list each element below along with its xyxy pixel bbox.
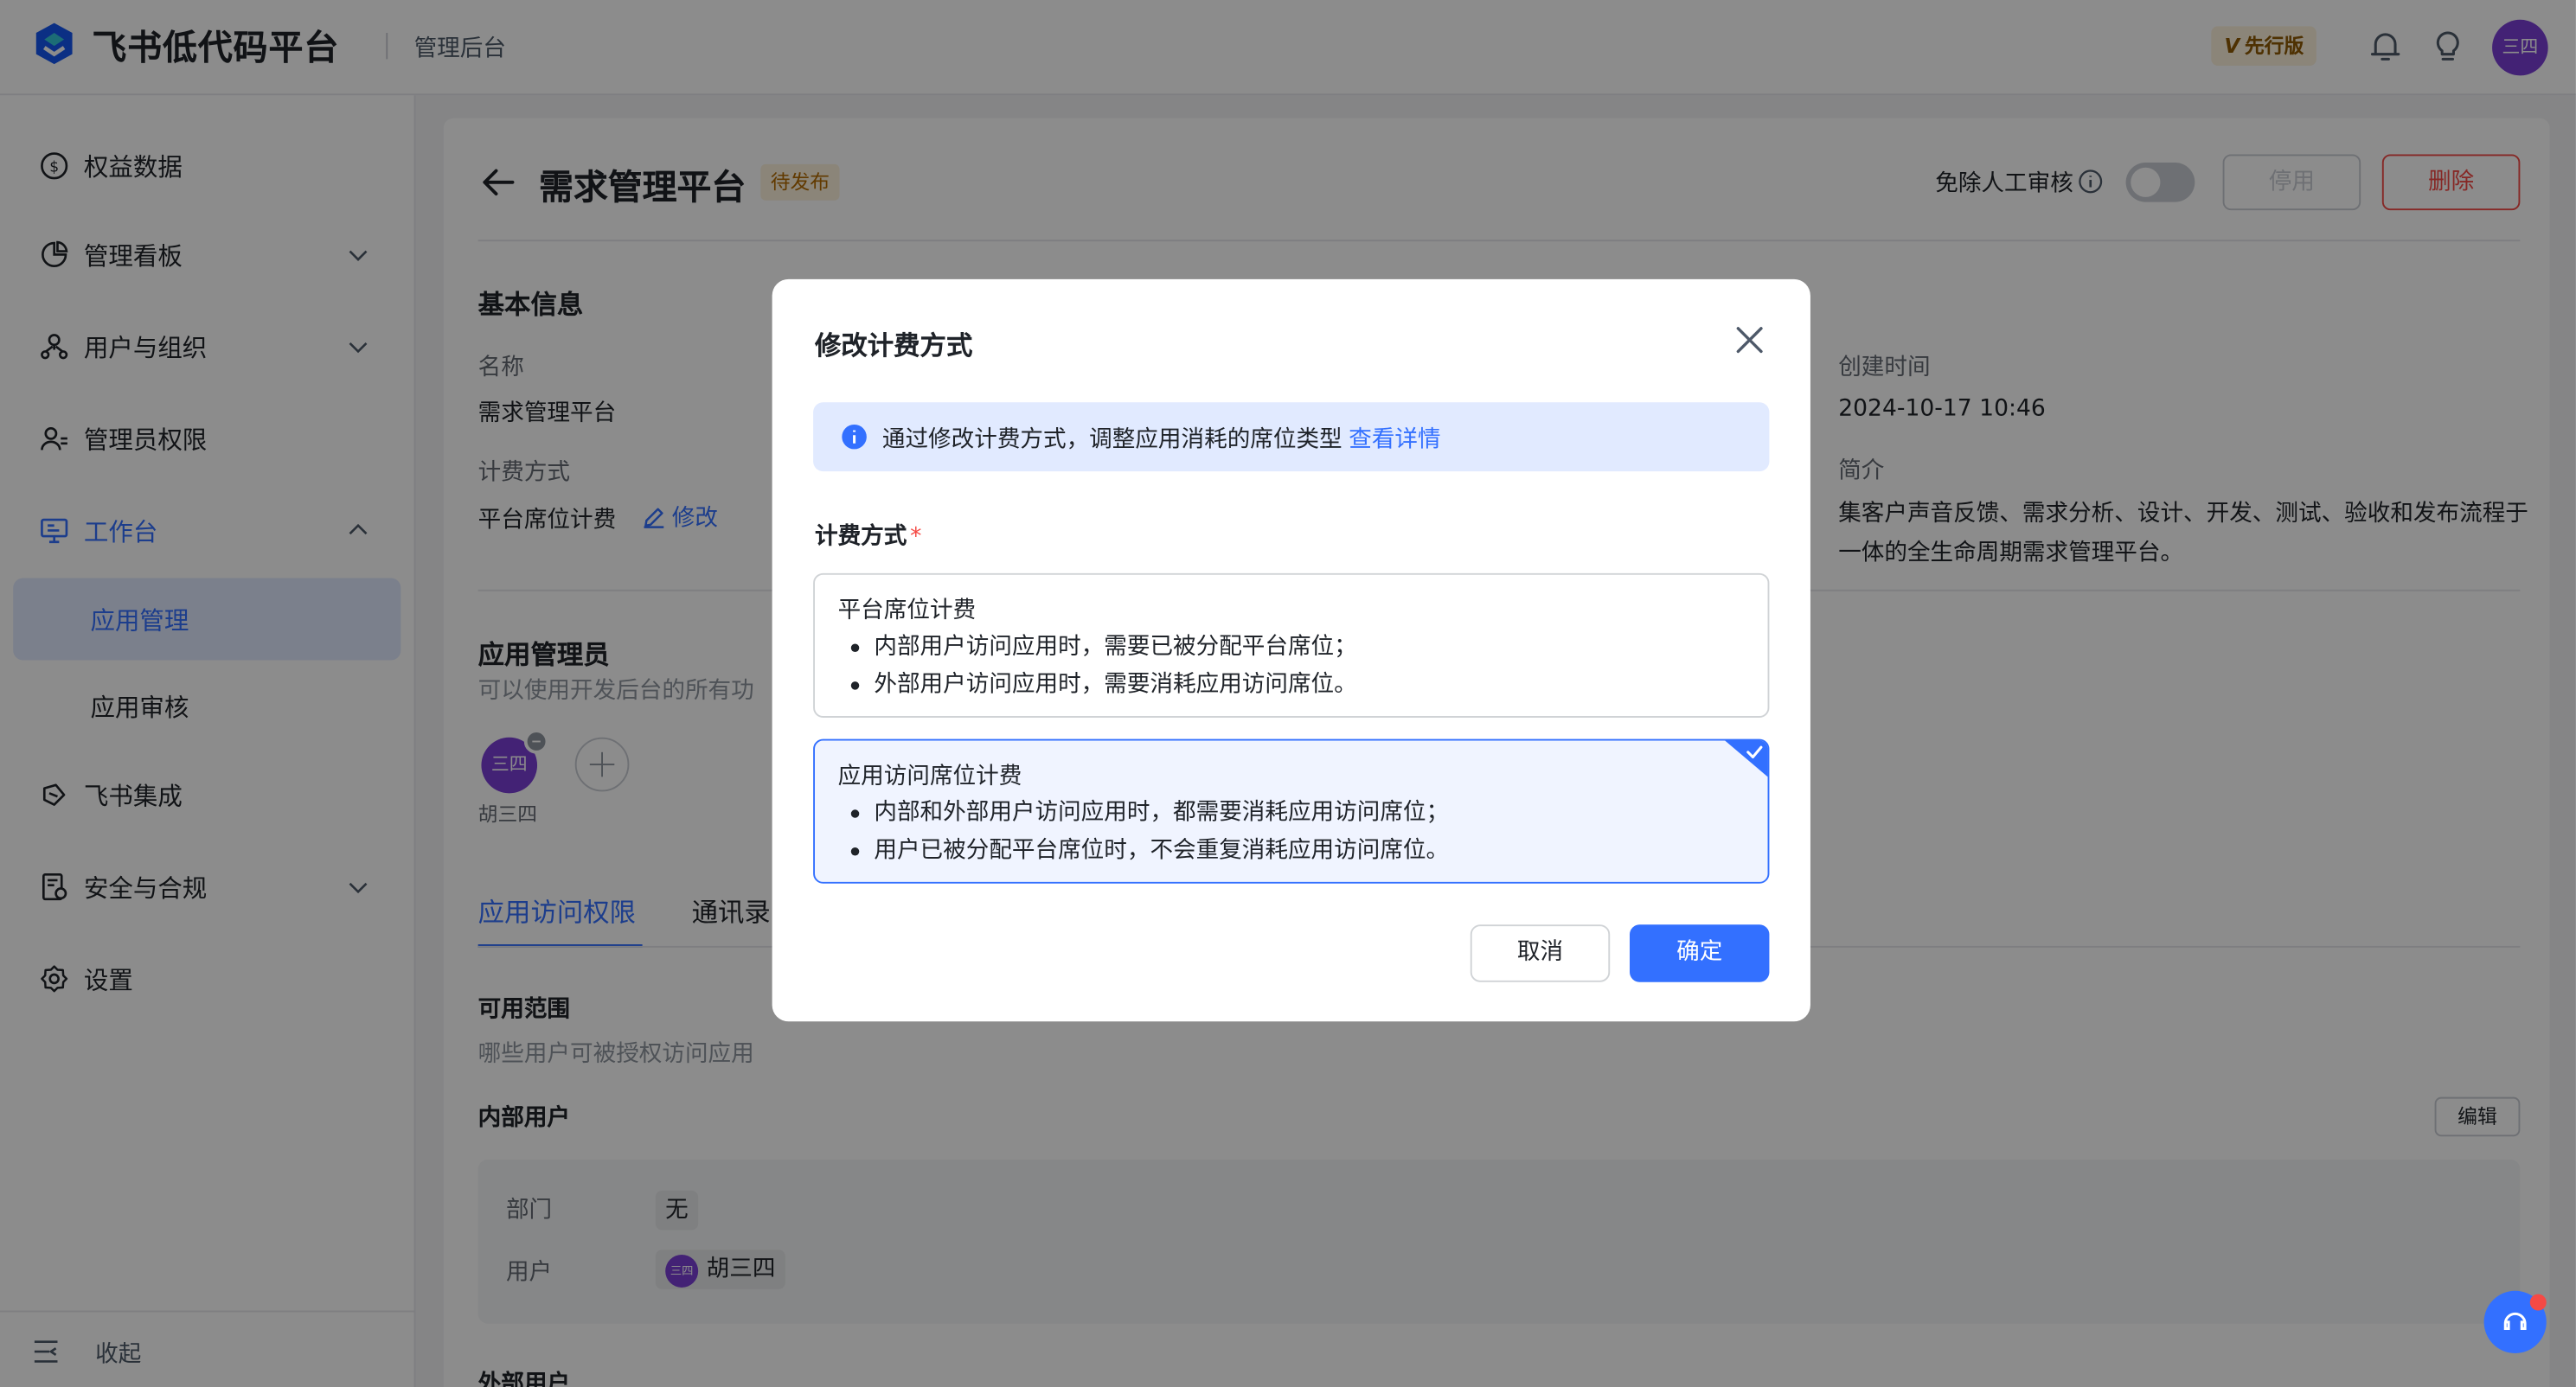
billing-field-label-text: 计费方式 (815, 523, 907, 551)
billing-option-platform-seat[interactable]: 平台席位计费 内部用户访问应用时，需要已被分配平台席位； 外部用户访问应用时，需… (813, 572, 1770, 718)
info-filled-icon (842, 424, 867, 450)
info-notice: 通过修改计费方式，调整应用消耗的席位类型 查看详情 (813, 402, 1770, 472)
modal-title: 修改计费方式 (815, 329, 973, 361)
option-line: 内部和外部用户访问应用时，都需要消耗应用访问席位； (874, 799, 1450, 827)
bullet (850, 847, 860, 856)
bullet (850, 643, 860, 652)
billing-modal: 修改计费方式 通过修改计费方式，调整应用消耗的席位类型 查看详情 计费方式 * 平台… (772, 278, 1810, 1022)
billing-field-label: 计费方式 * (815, 519, 921, 552)
view-details-link[interactable]: 查看详情 (1349, 427, 1440, 453)
billing-option-app-access-seat[interactable]: 应用访问席位计费 内部和外部用户访问应用时，都需要消耗应用访问席位； 用户已被分… (813, 738, 1770, 884)
selected-check-icon (1725, 740, 1768, 777)
notice-message: 通过修改计费方式，调整应用消耗的席位类型 (881, 426, 1342, 454)
close-icon[interactable] (1733, 323, 1766, 356)
bullet (850, 681, 860, 690)
cancel-button[interactable]: 取消 (1470, 924, 1611, 982)
option-title: 应用访问席位计费 (837, 764, 1022, 790)
option-line: 内部用户访问应用时，需要已被分配平台席位； (874, 634, 1357, 661)
option-title: 平台席位计费 (837, 598, 977, 624)
notice-text: 通过修改计费方式，调整应用消耗的席位类型 查看详情 (882, 422, 1441, 455)
option-line: 用户已被分配平台席位时，不会重复消耗应用访问席位。 (874, 837, 1450, 864)
notification-dot (2529, 1294, 2547, 1311)
bullet (850, 809, 860, 818)
required-mark: * (910, 523, 922, 551)
option-line: 外部用户访问应用时，需要消耗应用访问席位。 (874, 671, 1357, 699)
confirm-button[interactable]: 确定 (1630, 924, 1770, 982)
headset-icon (2503, 1312, 2527, 1330)
